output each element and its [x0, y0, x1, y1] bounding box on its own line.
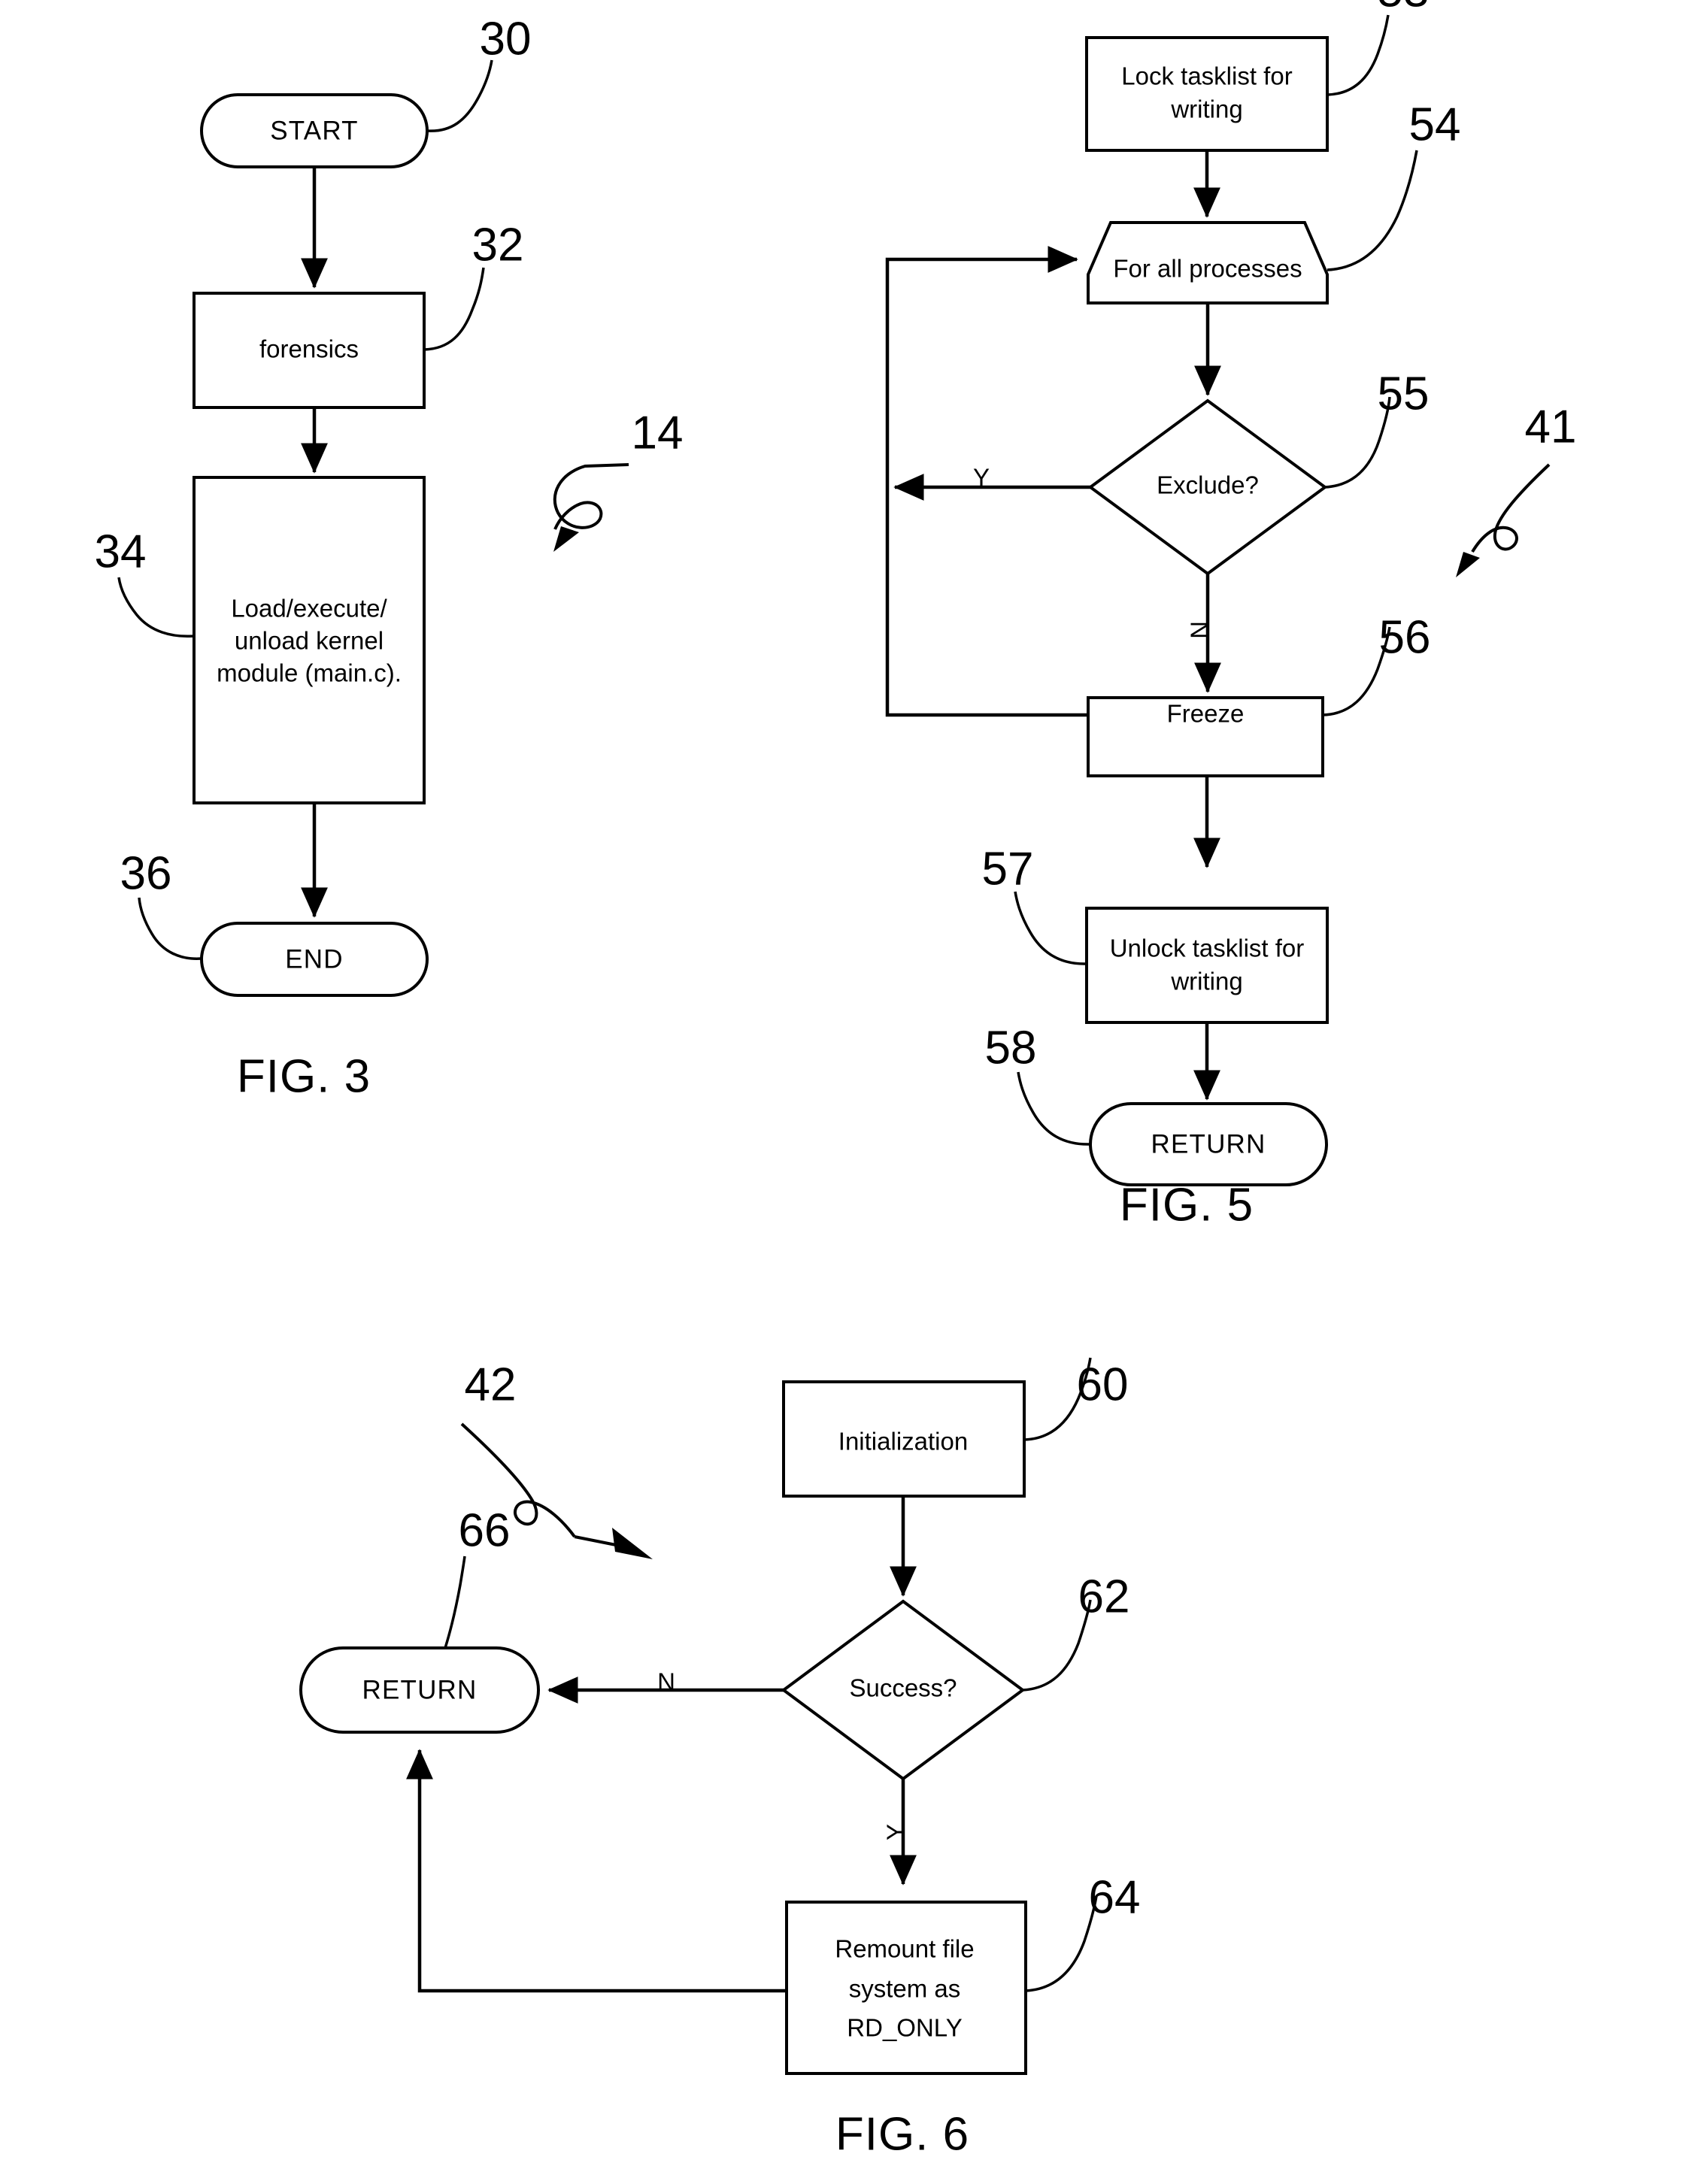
fig5-ref-57: 57	[982, 843, 1034, 895]
fig3-end-label: END	[285, 944, 344, 974]
fig6-remount-line1: Remount file	[835, 1935, 974, 1963]
fig3-leader-34	[117, 577, 195, 638]
fig5-squiggle-41	[1471, 463, 1551, 553]
fig3-squiggle-14	[553, 463, 629, 530]
fig3-load-line3: module (main.c).	[217, 659, 402, 687]
fig3-ref-34: 34	[95, 526, 147, 577]
fig3-load-line2: unload kernel	[235, 627, 384, 655]
fig5-return-label: RETURN	[1151, 1129, 1266, 1159]
figure-6: Initialization 60 Success? 62 N Y RETURN	[299, 1357, 1141, 2160]
fig6-squiggle-42-arrowhead	[612, 1528, 653, 1559]
fig5-ref-58: 58	[985, 1022, 1037, 1074]
fig5-unlock-line2: writing	[1170, 968, 1242, 995]
fig3-leader-30	[426, 59, 493, 132]
fig6-remount-line3: RD_ONLY	[847, 2014, 962, 2042]
fig6-init-label: Initialization	[838, 1428, 968, 1455]
fig6-return-label: RETURN	[362, 1675, 477, 1704]
fig3-forensics-label: forensics	[259, 335, 359, 363]
fig6-branch-label-yes: Y	[882, 1824, 910, 1840]
fig6-remount-line2: system as	[849, 1975, 961, 2003]
fig5-figure-label: FIG. 5	[1120, 1179, 1254, 1231]
fig3-start-label: START	[270, 116, 359, 145]
fig6-leader-64	[1025, 1895, 1098, 1992]
fig5-unlock-line1: Unlock tasklist for	[1110, 934, 1305, 962]
fig5-unlock-tasklist-node	[1085, 907, 1329, 1024]
fig5-ref-41: 41	[1525, 401, 1577, 453]
fig5-branch-label-yes: Y	[973, 464, 990, 492]
fig6-figure-label: FIG. 6	[835, 2108, 969, 2160]
fig5-ref-54: 54	[1409, 98, 1461, 150]
fig3-ref-32: 32	[472, 219, 524, 271]
fig3-squiggle-14-arrowhead	[553, 526, 579, 552]
fig6-return-rail	[406, 1749, 787, 1993]
flowchart-canvas: START 30 forensics 32 Load/execute/ unlo…	[95, 0, 1577, 2160]
fig3-ref-14: 14	[632, 407, 684, 459]
fig6-squiggle-42-tail	[574, 1535, 620, 1547]
fig6-ref-42: 42	[465, 1359, 517, 1410]
fig5-forall-label: For all processes	[1113, 255, 1302, 283]
fig5-leader-53	[1327, 14, 1390, 96]
fig6-ref-64: 64	[1089, 1871, 1141, 1923]
fig3-leader-32	[423, 267, 485, 351]
fig5-lock-tasklist-node	[1085, 36, 1329, 152]
fig3-load-line1: Load/execute/	[231, 595, 387, 622]
fig3-ref-30: 30	[480, 13, 532, 65]
fig5-lock-line2: writing	[1170, 95, 1242, 123]
fig5-freeze-label: Freeze	[1167, 700, 1245, 728]
fig6-branch-label-no: N	[657, 1668, 675, 1696]
fig5-leader-58	[1017, 1071, 1091, 1146]
figure-5: Lock tasklist for writing 53 For all pro…	[885, 0, 1577, 1231]
figure-3: START 30 forensics 32 Load/execute/ unlo…	[95, 13, 684, 1102]
fig5-branch-label-no: N	[1186, 621, 1214, 639]
fig6-ref-62: 62	[1078, 1571, 1130, 1622]
fig3-leader-36	[138, 897, 202, 960]
fig6-ref-60: 60	[1077, 1359, 1129, 1410]
fig6-ref-66: 66	[459, 1504, 511, 1556]
fig5-leader-54	[1327, 150, 1418, 271]
fig5-ref-55: 55	[1378, 368, 1430, 420]
fig5-ref-53: 53	[1378, 0, 1430, 17]
patent-drawing-sheet: START 30 forensics 32 Load/execute/ unlo…	[0, 0, 1704, 2184]
fig5-squiggle-41-arrowhead	[1456, 552, 1480, 577]
fig6-leader-66	[444, 1555, 466, 1649]
fig5-leader-57	[1014, 891, 1087, 965]
fig3-ref-36: 36	[120, 847, 172, 899]
fig5-ref-56: 56	[1379, 611, 1431, 663]
fig5-exclude-label: Exclude?	[1157, 471, 1259, 499]
fig5-lock-line1: Lock tasklist for	[1121, 62, 1292, 90]
fig3-figure-label: FIG. 3	[237, 1050, 371, 1102]
fig6-success-label: Success?	[849, 1674, 957, 1702]
